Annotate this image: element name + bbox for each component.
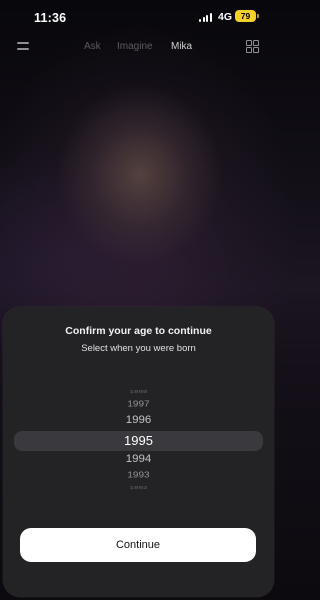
tab-ask[interactable]: Ask — [84, 41, 101, 52]
picker-year-option[interactable]: 1997 — [3, 400, 274, 409]
status-time: 11:36 — [34, 11, 67, 25]
age-confirmation-sheet: Confirm your age to continue Select when… — [3, 307, 274, 597]
sheet-subtitle: Select when you were born — [81, 343, 196, 354]
birth-year-picker[interactable]: 1998 1997 1996 1995 1994 1993 1992 — [3, 377, 274, 497]
picker-year-selected[interactable]: 1995 — [3, 433, 274, 448]
sheet-title: Confirm your age to continue — [65, 325, 212, 337]
network-type: 4G — [218, 11, 233, 23]
cellular-signal-icon — [199, 13, 214, 22]
grid-icon[interactable] — [246, 40, 259, 53]
battery-icon: 79 — [235, 10, 256, 22]
menu-icon[interactable] — [17, 40, 31, 52]
battery-tip — [257, 14, 259, 18]
tab-imagine[interactable]: Imagine — [117, 41, 153, 52]
picker-year-option[interactable]: 1994 — [3, 453, 274, 464]
picker-year-option[interactable]: 1993 — [3, 471, 274, 480]
tab-mika[interactable]: Mika — [171, 41, 192, 52]
picker-year-option[interactable]: 1998 — [3, 389, 274, 394]
top-nav: Ask Imagine Mika — [0, 36, 277, 60]
status-bar: 11:36 4G 79 — [0, 0, 277, 34]
picker-year-option[interactable]: 1996 — [3, 414, 274, 425]
picker-year-option[interactable]: 1992 — [3, 485, 274, 490]
continue-button[interactable]: Continue — [20, 528, 256, 562]
